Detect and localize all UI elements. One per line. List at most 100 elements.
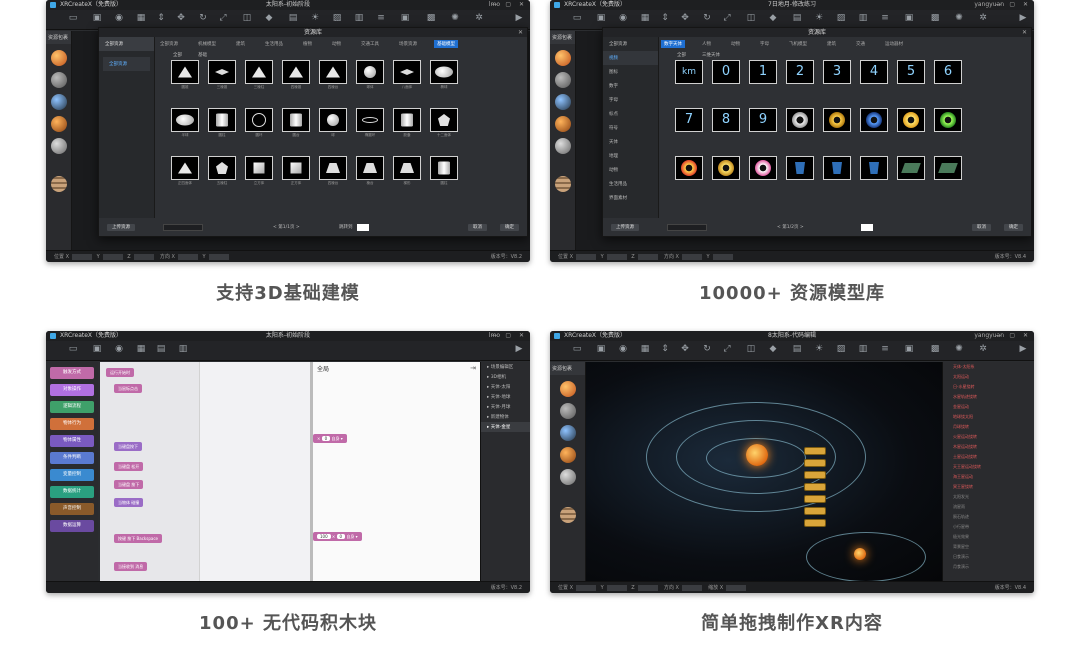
script-list-item[interactable]: 地球绕太阳 [943, 412, 1034, 422]
model-tile[interactable]: 正四面体 [171, 156, 199, 186]
model-tile[interactable]: 梯形 [393, 156, 421, 186]
move-arrow-icon[interactable]: ⇕ [658, 344, 672, 358]
model-tile[interactable]: 圆环 [245, 108, 273, 138]
code-icon[interactable]: ▤ [154, 344, 168, 358]
asset-tile[interactable]: 2 [786, 60, 814, 90]
asset-tile[interactable] [749, 156, 777, 186]
sidebar-item[interactable]: 符号 [603, 121, 658, 135]
tree-item[interactable]: ▸ 天体-金星 [481, 422, 530, 432]
script-list-item[interactable]: 金星运动 [943, 402, 1034, 412]
sun-planet-icon[interactable] [559, 381, 576, 397]
asset-tile[interactable]: 0 [712, 60, 740, 90]
image-icon[interactable]: ▩ [424, 13, 438, 27]
ok-button[interactable]: 确定 [1004, 224, 1023, 231]
workspace-block[interactable]: 100 × 0 自身 ▾ [313, 532, 362, 541]
cube-icon[interactable]: ◫ [744, 13, 758, 27]
eye-icon[interactable]: ◉ [112, 344, 126, 358]
scale-icon[interactable]: ⤢ [720, 344, 734, 358]
sun-planet-icon[interactable] [50, 50, 67, 66]
model-tile[interactable]: 四棱锥 [282, 60, 310, 90]
script-list-item[interactable]: 天体-太阳系 [943, 362, 1034, 372]
category-2[interactable]: 对象操作 [50, 384, 94, 396]
model-tile[interactable]: 正方体 [282, 156, 310, 186]
folder-icon[interactable]: ▭ [66, 13, 80, 27]
tree-item[interactable]: ▸ 天体-太阳 [481, 382, 530, 392]
model-tile[interactable]: 四棱台 [319, 60, 347, 90]
save-icon[interactable]: ▣ [594, 13, 608, 27]
eye-icon[interactable]: ◉ [616, 344, 630, 358]
model-tile[interactable]: 五棱柱 [208, 156, 236, 186]
sun-icon[interactable]: ✺ [448, 13, 462, 27]
move-arrow-icon[interactable]: ⇕ [658, 13, 672, 27]
ok-button[interactable]: 确定 [500, 224, 519, 231]
asset-tile[interactable] [786, 156, 814, 186]
script-list-item[interactable]: 月食演示 [943, 562, 1034, 572]
mars-planet-icon[interactable] [559, 447, 576, 463]
model-tile[interactable]: 三棱柱 [245, 60, 273, 90]
camera-icon[interactable]: ▣ [902, 13, 916, 27]
workspace-block[interactable]: × 0 自身 ▾ [313, 434, 347, 443]
vr-preview-icon[interactable]: ▶ [1016, 344, 1030, 358]
script-list-item[interactable]: 海王星运动 [943, 472, 1034, 482]
sidebar-item[interactable]: 字母 [603, 93, 658, 107]
subtab-item[interactable]: 全部 [677, 53, 686, 58]
upload-resource-button[interactable]: 上传资源 [611, 224, 639, 231]
script-list-item[interactable]: 流星雨 [943, 502, 1034, 512]
tab-item[interactable]: 建筑 [824, 40, 839, 48]
light-icon[interactable]: ☀ [812, 13, 826, 27]
mercury-planet-icon[interactable] [559, 403, 576, 419]
code-icon[interactable]: ▤ [790, 13, 804, 27]
asset-tile[interactable]: 9 [749, 108, 777, 138]
workspace[interactable]: 全局 ⇥ × 0 自身 ▾ 100 × 0 自身 ▾ [310, 362, 480, 581]
asset-tile[interactable] [860, 156, 888, 186]
code-block[interactable]: 当鼠标点击 [114, 384, 142, 393]
grid-icon[interactable]: ▦ [638, 344, 652, 358]
cancel-button[interactable]: 取消 [972, 224, 991, 231]
tree-item[interactable]: ▸ 天体-月球 [481, 402, 530, 412]
cube-icon[interactable]: ◫ [240, 13, 254, 27]
category-6[interactable]: 条件判断 [50, 452, 94, 464]
asset-tile[interactable]: 3 [823, 60, 851, 90]
model-tile[interactable]: 八面体 [393, 60, 421, 90]
code-block[interactable]: 当键盘按下 [114, 442, 142, 451]
eye-icon[interactable]: ◉ [616, 13, 630, 27]
category-5[interactable]: 物体属性 [50, 435, 94, 447]
category-3[interactable]: 逻辑流程 [50, 401, 94, 413]
vr-preview-icon[interactable]: ▶ [1016, 13, 1030, 27]
grid-icon[interactable]: ▦ [638, 13, 652, 27]
code-block[interactable]: 当物体 碰撞 [114, 498, 144, 507]
moon-planet-icon[interactable] [559, 469, 576, 485]
close-icon[interactable]: ✕ [1022, 28, 1027, 37]
scale-icon[interactable]: ⤢ [720, 13, 734, 27]
light-icon[interactable]: ☀ [812, 344, 826, 358]
scene-icon[interactable]: ▨ [834, 344, 848, 358]
tab-item[interactable]: 运动器材 [882, 40, 906, 48]
scene-icon[interactable]: ▨ [330, 13, 344, 27]
code-icon[interactable]: ▤ [790, 344, 804, 358]
save-icon[interactable]: ▣ [90, 13, 104, 27]
script-list-item[interactable]: 土星运动绕转 [943, 452, 1034, 462]
sun-icon[interactable]: ✺ [952, 344, 966, 358]
search-input[interactable] [667, 224, 707, 231]
window-controls[interactable]: — ▢ ✕ [995, 0, 1031, 10]
rotate-icon[interactable]: ↻ [700, 344, 714, 358]
moon-planet-icon[interactable] [554, 138, 571, 154]
sun-planet-icon[interactable] [554, 50, 571, 66]
script-list-item[interactable]: 冥王星绕转 [943, 482, 1034, 492]
model-tile[interactable]: 十二面体 [430, 108, 458, 138]
image-icon[interactable]: ▩ [928, 13, 942, 27]
sidebar-item[interactable]: 界面素材 [603, 191, 658, 205]
asset-tile[interactable] [934, 108, 962, 138]
earth-planet-icon[interactable] [50, 94, 67, 110]
moon-planet-icon[interactable] [50, 138, 67, 154]
asset-tile[interactable]: 4 [860, 60, 888, 90]
code-block[interactable]: 当键盘 松开 [114, 462, 144, 471]
script-list-item[interactable]: 小行星带 [943, 522, 1034, 532]
tag-icon[interactable]: ▥ [352, 13, 366, 27]
script-list-item[interactable]: 月球绕转 [943, 422, 1034, 432]
category-10[interactable]: 数据运算 [50, 520, 94, 532]
sidebar-item[interactable]: 图标 [603, 65, 658, 79]
asset-tile[interactable] [934, 156, 962, 186]
model-tile[interactable]: 椭圆环 [356, 108, 384, 138]
jupiter-planet-icon[interactable] [559, 507, 576, 523]
